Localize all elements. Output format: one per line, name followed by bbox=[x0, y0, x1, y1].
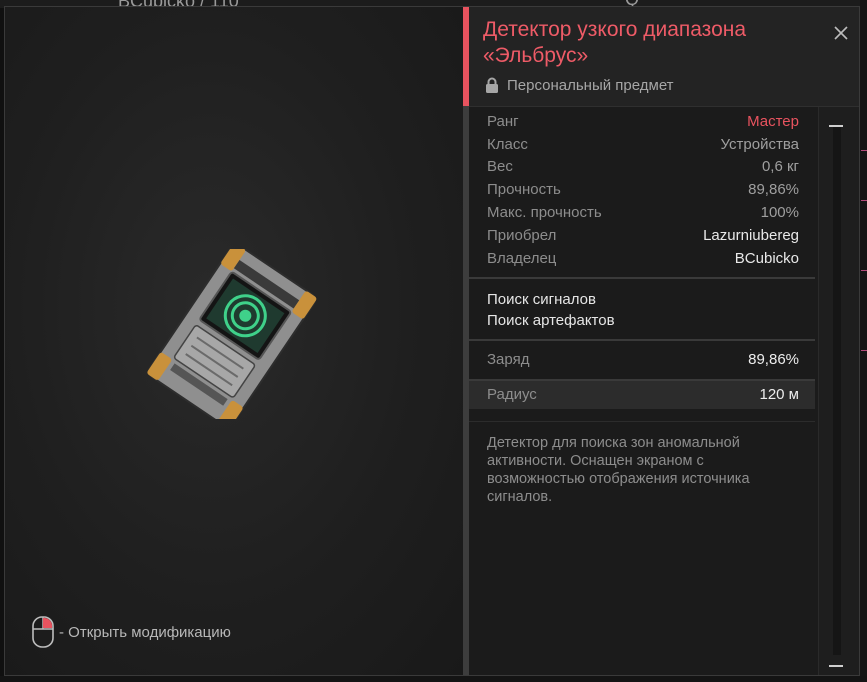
stat-value: 100% bbox=[760, 204, 799, 222]
stat-value: 89,86% bbox=[748, 181, 799, 199]
stat-label: Владелец bbox=[487, 249, 557, 267]
scrollbar[interactable] bbox=[818, 107, 859, 675]
stat-value: Мастер bbox=[747, 112, 799, 130]
item-title: Детектор узкого диапазона «Эльбрус» bbox=[483, 18, 747, 67]
mouse-icon bbox=[32, 616, 54, 648]
charge-row: Заряд 89,86% bbox=[469, 341, 815, 379]
scroll-down-button[interactable] bbox=[829, 665, 843, 667]
stat-weight: Вес 0,6 кг bbox=[469, 156, 815, 179]
lock-icon bbox=[486, 77, 498, 93]
radius-value: 120 м bbox=[759, 386, 799, 404]
stat-label: Вес bbox=[487, 158, 513, 176]
stat-value: Устройства bbox=[720, 135, 799, 153]
stat-label: Приобрел bbox=[487, 226, 557, 244]
stat-class: Класс Устройства bbox=[469, 133, 815, 156]
radius-row: Радиус 120 м bbox=[469, 380, 815, 409]
item-header: Детектор узкого диапазона «Эльбрус» Перс… bbox=[463, 7, 859, 107]
edge-marker bbox=[861, 350, 867, 351]
features-list: Поиск сигналов Поиск артефактов bbox=[469, 279, 815, 339]
stat-rank: Ранг Мастер bbox=[469, 110, 815, 133]
accent-bar bbox=[463, 7, 469, 106]
edge-marker bbox=[861, 270, 867, 271]
background-bottom-edge bbox=[0, 676, 867, 682]
stat-max-durability: Макс. прочность 100% bbox=[469, 201, 815, 224]
item-inspect-window: - Открыть модификацию Детектор узкого ди… bbox=[4, 6, 860, 676]
background-right-edge bbox=[860, 0, 867, 682]
scroll-track[interactable] bbox=[833, 127, 841, 655]
feature-item: Поиск артефактов bbox=[487, 311, 615, 329]
stat-label: Прочность bbox=[487, 181, 561, 199]
close-button[interactable] bbox=[831, 23, 851, 43]
stat-durability: Прочность 89,86% bbox=[469, 178, 815, 201]
charge-label: Заряд bbox=[487, 351, 530, 369]
stat-acquired-by: Приобрел Lazurniubereg bbox=[469, 224, 815, 247]
charge-value: 89,86% bbox=[748, 351, 799, 369]
edge-marker bbox=[861, 150, 867, 151]
feature-item: Поиск сигналов bbox=[487, 290, 596, 308]
radius-label: Радиус bbox=[487, 386, 537, 404]
stat-label: Ранг bbox=[487, 112, 519, 130]
open-modification-text: - Открыть модификацию bbox=[59, 623, 231, 641]
stat-value: BCubicko bbox=[734, 249, 799, 267]
personal-item-label: Персональный предмет bbox=[507, 77, 674, 94]
item-preview-area[interactable]: - Открыть модификацию bbox=[5, 7, 463, 675]
edge-marker bbox=[861, 200, 867, 201]
item-subtitle: Персональный предмет bbox=[485, 77, 674, 94]
detector-3d-model bbox=[147, 249, 317, 419]
stats-section: Ранг Мастер Класс Устройства Вес 0,6 кг … bbox=[469, 107, 815, 518]
item-info-panel: Детектор узкого диапазона «Эльбрус» Перс… bbox=[463, 7, 859, 675]
item-description: Детектор для поиска зон аномальной актив… bbox=[487, 434, 750, 505]
stat-label: Класс bbox=[487, 135, 528, 153]
stat-label: Макс. прочность bbox=[487, 204, 602, 222]
stat-value: 0,6 кг bbox=[761, 158, 799, 176]
open-modification-hint: - Открыть модификацию bbox=[31, 615, 231, 649]
stat-owner: Владелец BCubicko bbox=[469, 247, 815, 270]
close-icon bbox=[834, 26, 848, 40]
stat-value: Lazurniubereg bbox=[703, 226, 799, 244]
